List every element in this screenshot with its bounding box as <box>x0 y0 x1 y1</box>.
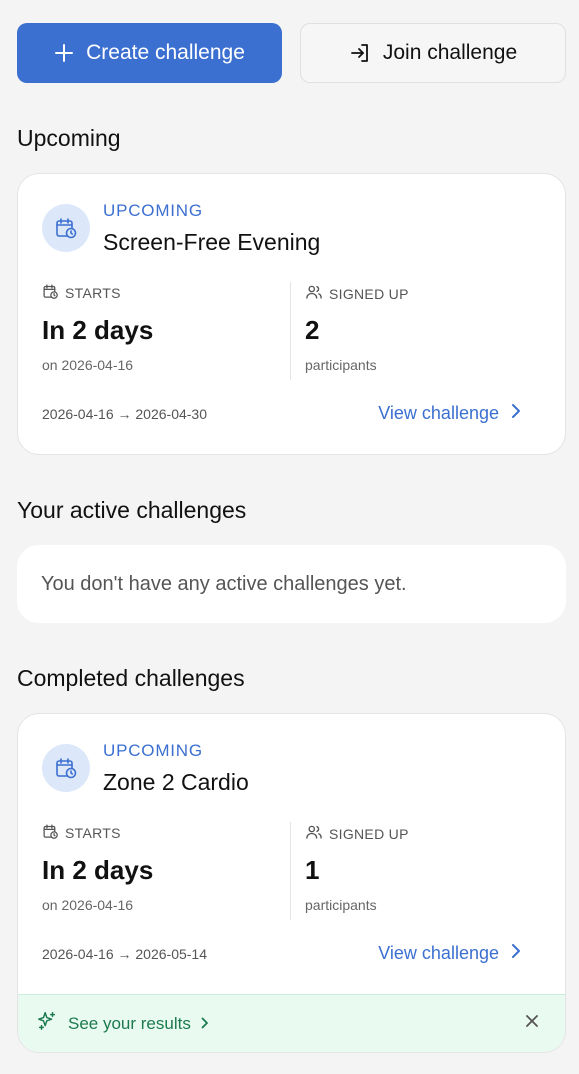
calendar-clock-icon <box>42 283 59 303</box>
calendar-clock-icon <box>42 823 59 843</box>
status-label: UPCOMING <box>103 741 203 760</box>
challenge-title: Zone 2 Cardio <box>103 769 249 795</box>
starts-label-text: STARTS <box>65 285 121 301</box>
challenge-card-zone2: UPCOMING Zone 2 Cardio STARTS In 2 days … <box>17 713 566 1053</box>
join-challenge-button[interactable]: Join challenge <box>300 23 566 83</box>
view-challenge-link[interactable]: View challenge <box>378 943 521 964</box>
status-label: UPCOMING <box>103 201 203 220</box>
starts-value: In 2 days <box>42 315 154 345</box>
starts-stat-label: STARTS <box>42 823 121 843</box>
sign-in-icon <box>349 42 371 64</box>
create-challenge-button[interactable]: Create challenge <box>17 23 282 83</box>
see-results-label: See your results <box>68 1013 191 1033</box>
plus-icon <box>54 43 74 63</box>
sparkles-icon <box>36 1010 58 1037</box>
results-banner: See your results <box>18 994 565 1052</box>
upcoming-heading: Upcoming <box>17 125 121 151</box>
signed-up-value: 2 <box>305 315 320 345</box>
completed-heading: Completed challenges <box>17 665 245 691</box>
create-challenge-label: Create challenge <box>86 41 245 64</box>
signed-up-label-text: SIGNED UP <box>329 825 409 842</box>
chevron-right-icon <box>511 403 521 424</box>
starts-date: on 2026-04-16 <box>42 897 134 913</box>
participants-label: participants <box>305 897 377 913</box>
signed-up-stat-label: SIGNED UP <box>305 283 409 304</box>
empty-state: You don't have any active challenges yet… <box>17 545 566 623</box>
chevron-right-icon <box>511 943 521 964</box>
top-actions: Create challenge Join challenge <box>17 23 566 83</box>
starts-date: on 2026-04-16 <box>42 357 134 373</box>
view-challenge-link[interactable]: View challenge <box>378 403 521 424</box>
users-icon <box>305 283 323 304</box>
stat-divider <box>290 822 291 920</box>
join-challenge-label: Join challenge <box>382 41 518 64</box>
see-results-link[interactable]: See your results <box>36 1010 209 1037</box>
stat-divider <box>290 282 291 380</box>
chevron-right-icon <box>201 1014 209 1034</box>
starts-label-text: STARTS <box>65 825 121 841</box>
starts-stat-label: STARTS <box>42 283 121 303</box>
signed-up-label-text: SIGNED UP <box>329 285 409 302</box>
view-challenge-label: View challenge <box>378 403 499 423</box>
challenge-card-screen-free: UPCOMING Screen-Free Evening STARTS In 2… <box>17 173 566 455</box>
date-range: 2026-04-16 → 2026-04-30 <box>42 406 208 422</box>
calendar-clock-icon <box>42 204 90 252</box>
signed-up-value: 1 <box>305 855 320 885</box>
starts-value: In 2 days <box>42 855 154 885</box>
date-range: 2026-04-16 → 2026-05-14 <box>42 946 208 962</box>
calendar-clock-icon <box>42 744 90 792</box>
signed-up-stat-label: SIGNED UP <box>305 823 409 844</box>
view-challenge-label: View challenge <box>378 943 499 963</box>
users-icon <box>305 823 323 844</box>
active-heading: Your active challenges <box>17 497 247 523</box>
challenge-title: Screen-Free Evening <box>103 229 321 255</box>
participants-label: participants <box>305 357 377 373</box>
close-icon[interactable] <box>525 1014 539 1033</box>
